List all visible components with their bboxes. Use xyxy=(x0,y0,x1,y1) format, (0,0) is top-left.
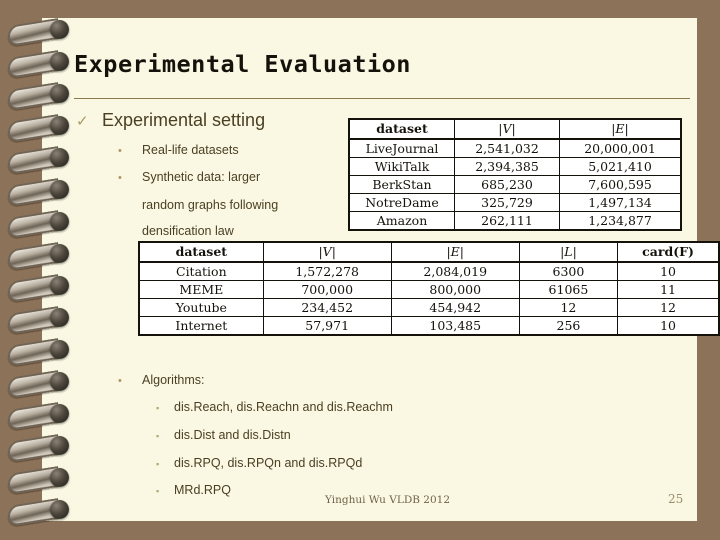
bullet-algorithm-dist: ▪ dis.Dist and dis.Distn xyxy=(156,428,291,442)
cell-edges: 2,084,019 xyxy=(390,261,520,281)
cell-dataset: LiveJournal xyxy=(348,138,455,158)
column-header-vertices: |V| xyxy=(454,118,560,140)
cell-cardinality: 10 xyxy=(617,261,720,281)
column-header-labels: |L| xyxy=(518,241,619,263)
bullet-dot-icon: • xyxy=(118,145,122,157)
cell-vertices: 700,000 xyxy=(262,280,392,299)
cell-edges: 454,942 xyxy=(390,298,520,317)
table-row: NotreDame 325,729 1,497,134 xyxy=(348,193,682,212)
cell-edges: 800,000 xyxy=(390,280,520,299)
table-row: Internet 57,971 103,485 256 10 xyxy=(138,316,720,336)
cell-dataset: Citation xyxy=(138,261,264,281)
cell-cardinality: 11 xyxy=(617,280,720,299)
table-row: Youtube 234,452 454,942 12 12 xyxy=(138,298,720,317)
table-header-row: dataset |V| |E| xyxy=(348,118,682,140)
cell-edges: 5,021,410 xyxy=(559,157,682,176)
bullet-synthetic-data: • Synthetic data: larger xyxy=(118,170,260,184)
cell-vertices: 685,230 xyxy=(454,175,560,194)
bullet-dot-icon: • xyxy=(118,375,122,387)
bullet-square-icon: ▪ xyxy=(156,431,160,441)
bullet-level2-label: Synthetic data: larger xyxy=(142,170,261,184)
check-icon: ✓ xyxy=(76,113,89,130)
cell-edges: 7,600,595 xyxy=(559,175,682,194)
title-divider xyxy=(74,98,690,99)
bullet-algorithm-label: dis.RPQ, dis.RPQn and dis.RPQd xyxy=(174,456,363,470)
table-row: LiveJournal 2,541,032 20,000,001 xyxy=(348,138,682,158)
table-row: Amazon 262,111 1,234,877 xyxy=(348,211,682,231)
table-row: MEME 700,000 800,000 61065 11 xyxy=(138,280,720,299)
cell-vertices: 262,111 xyxy=(454,211,560,231)
cell-labels: 12 xyxy=(518,298,619,317)
cell-dataset: WikiTalk xyxy=(348,157,455,176)
column-header-vertices: |V| xyxy=(262,241,392,263)
table-synthetic-datasets: dataset |V| |E| |L| card(F) Citation 1,5… xyxy=(138,241,720,336)
table-real-life-datasets: dataset |V| |E| LiveJournal 2,541,032 20… xyxy=(348,118,682,231)
column-header-dataset: dataset xyxy=(348,118,455,140)
cell-vertices: 234,452 xyxy=(262,298,392,317)
bullet-synthetic-line3: densification law xyxy=(142,224,234,238)
column-header-edges: |E| xyxy=(559,118,682,140)
bullet-algorithms-label: Algorithms: xyxy=(142,373,205,387)
bullet-synthetic-line2: random graphs following xyxy=(142,198,279,212)
column-header-cardinality: card(F) xyxy=(617,241,720,263)
table-header-row: dataset |V| |E| |L| card(F) xyxy=(138,241,720,263)
table-row: Citation 1,572,278 2,084,019 6300 10 xyxy=(138,261,720,281)
bullet-real-life-datasets: • Real-life datasets xyxy=(118,143,239,157)
cell-labels: 61065 xyxy=(518,280,619,299)
bullet-square-icon: ▪ xyxy=(156,486,160,496)
bullet-algorithm-reach: ▪ dis.Reach, dis.Reachn and dis.Reachm xyxy=(156,400,393,414)
cell-labels: 6300 xyxy=(518,261,619,281)
cell-dataset: Amazon xyxy=(348,211,455,231)
cell-dataset: Youtube xyxy=(138,298,264,317)
bullet-square-icon: ▪ xyxy=(156,459,160,469)
slide-canvas: Experimental Evaluation ✓ Experimental s… xyxy=(0,0,720,540)
table-row: BerkStan 685,230 7,600,595 xyxy=(348,175,682,194)
footer-author: Yinghui Wu VLDB 2012 xyxy=(325,494,451,506)
cell-labels: 256 xyxy=(518,316,619,336)
bullet-dot-icon: • xyxy=(118,172,122,184)
bullet-algorithm-label: dis.Dist and dis.Distn xyxy=(174,428,291,442)
bullet-algorithm-label: MRd.RPQ xyxy=(174,483,231,497)
cell-vertices: 2,394,385 xyxy=(454,157,560,176)
cell-cardinality: 10 xyxy=(617,316,720,336)
bullet-square-icon: ▪ xyxy=(156,403,160,413)
cell-cardinality: 12 xyxy=(617,298,720,317)
cell-dataset: Internet xyxy=(138,316,264,336)
cell-edges: 1,497,134 xyxy=(559,193,682,212)
cell-vertices: 2,541,032 xyxy=(454,138,560,158)
cell-dataset: BerkStan xyxy=(348,175,455,194)
bullet-experimental-setting: ✓ Experimental setting xyxy=(76,110,376,131)
cell-vertices: 57,971 xyxy=(262,316,392,336)
cell-dataset: NotreDame xyxy=(348,193,455,212)
bullet-algorithms: • Algorithms: xyxy=(118,373,205,387)
bullet-level1-label: Experimental setting xyxy=(102,110,266,130)
bullet-algorithm-mrdrpq: ▪ MRd.RPQ xyxy=(156,483,231,497)
bullet-algorithm-label: dis.Reach, dis.Reachn and dis.Reachm xyxy=(174,400,393,414)
column-header-dataset: dataset xyxy=(138,241,264,263)
page-title: Experimental Evaluation xyxy=(74,50,411,78)
cell-dataset: MEME xyxy=(138,280,264,299)
cell-edges: 20,000,001 xyxy=(559,138,682,158)
column-header-edges: |E| xyxy=(390,241,520,263)
bullet-algorithm-rpq: ▪ dis.RPQ, dis.RPQn and dis.RPQd xyxy=(156,456,362,470)
cell-vertices: 1,572,278 xyxy=(262,261,392,281)
cell-edges: 103,485 xyxy=(390,316,520,336)
bullet-level2-label: Real-life datasets xyxy=(142,143,239,157)
cell-vertices: 325,729 xyxy=(454,193,560,212)
cell-edges: 1,234,877 xyxy=(559,211,682,231)
table-row: WikiTalk 2,394,385 5,021,410 xyxy=(348,157,682,176)
page-number: 25 xyxy=(668,492,684,506)
